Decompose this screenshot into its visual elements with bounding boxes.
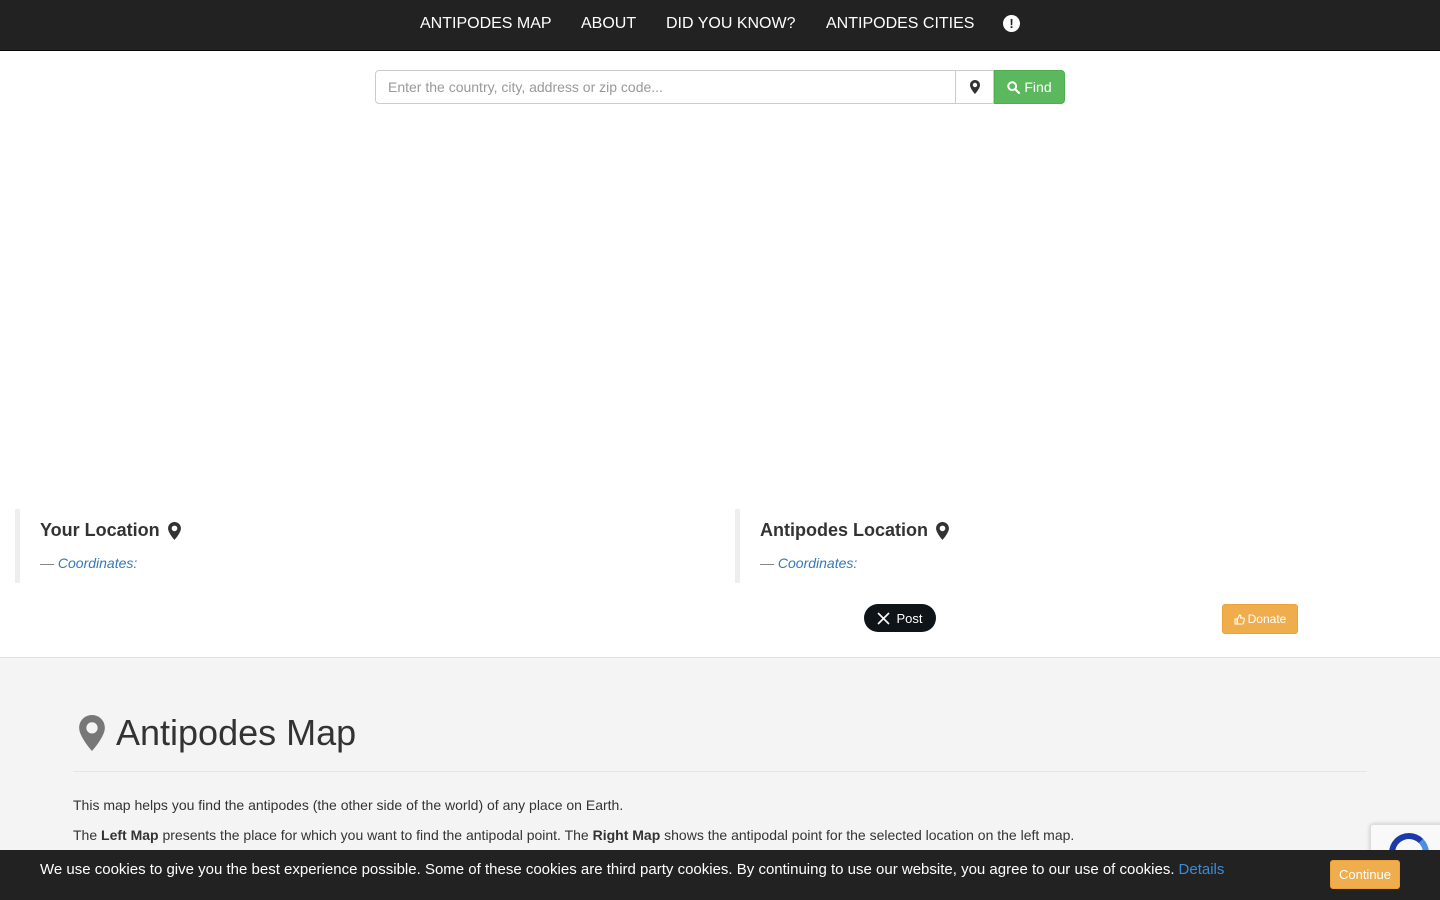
coordinates-dash: — xyxy=(760,555,774,571)
maps-description-paragraph: The Left Map presents the place for whic… xyxy=(73,827,1075,843)
left-map-term: Left Map xyxy=(101,827,159,843)
find-button[interactable]: Find xyxy=(994,70,1065,104)
map-marker-icon xyxy=(79,715,105,751)
exclamation-circle-icon[interactable]: ! xyxy=(1003,15,1020,32)
coordinates-dash: — xyxy=(40,555,54,571)
nav-antipodes-cities[interactable]: ANTIPODES CITIES xyxy=(826,0,974,50)
page-title: Antipodes Map xyxy=(116,712,357,753)
map-marker-icon xyxy=(936,521,949,540)
map-marker-icon xyxy=(167,521,181,540)
x-logo-icon xyxy=(877,611,891,625)
donate-button[interactable]: Donate xyxy=(1222,604,1298,634)
locate-me-button[interactable] xyxy=(955,70,994,104)
thumbs-up-icon xyxy=(1234,613,1245,624)
heading-divider xyxy=(73,771,1367,772)
cookie-message: We use cookies to give you the best expe… xyxy=(40,861,1175,878)
map-marker-icon xyxy=(969,80,980,94)
x-post-button[interactable]: Post xyxy=(864,604,936,632)
antipodes-location-panel: Antipodes Location — Coordinates: xyxy=(735,509,1425,583)
post-label: Post xyxy=(896,610,923,626)
search-input[interactable] xyxy=(375,70,956,104)
cookie-banner: We use cookies to give you the best expe… xyxy=(0,850,1440,900)
search-bar: Find xyxy=(375,70,1065,104)
antipodes-location-title: Antipodes Location xyxy=(760,520,928,540)
donate-label: Donate xyxy=(1247,612,1287,626)
coordinates-label: Coordinates: xyxy=(777,555,858,571)
coordinates-label: Coordinates: xyxy=(57,555,138,571)
your-location-title: Your Location xyxy=(40,520,160,540)
find-button-label: Find xyxy=(1024,79,1052,95)
nav-about[interactable]: ABOUT xyxy=(581,0,636,50)
cookie-details-link[interactable]: Details xyxy=(1179,861,1225,878)
top-navbar: ANTIPODES MAP ABOUT DID YOU KNOW? ANTIPO… xyxy=(0,0,1440,51)
intro-paragraph: This map helps you find the antipodes (t… xyxy=(73,797,624,813)
your-location-panel: Your Location — Coordinates: xyxy=(15,509,720,583)
right-map-term: Right Map xyxy=(592,827,661,843)
search-icon xyxy=(1007,80,1021,94)
cookie-continue-button[interactable]: Continue xyxy=(1330,860,1400,889)
nav-antipodes-map[interactable]: ANTIPODES MAP xyxy=(420,0,552,50)
nav-did-you-know[interactable]: DID YOU KNOW? xyxy=(666,0,796,50)
